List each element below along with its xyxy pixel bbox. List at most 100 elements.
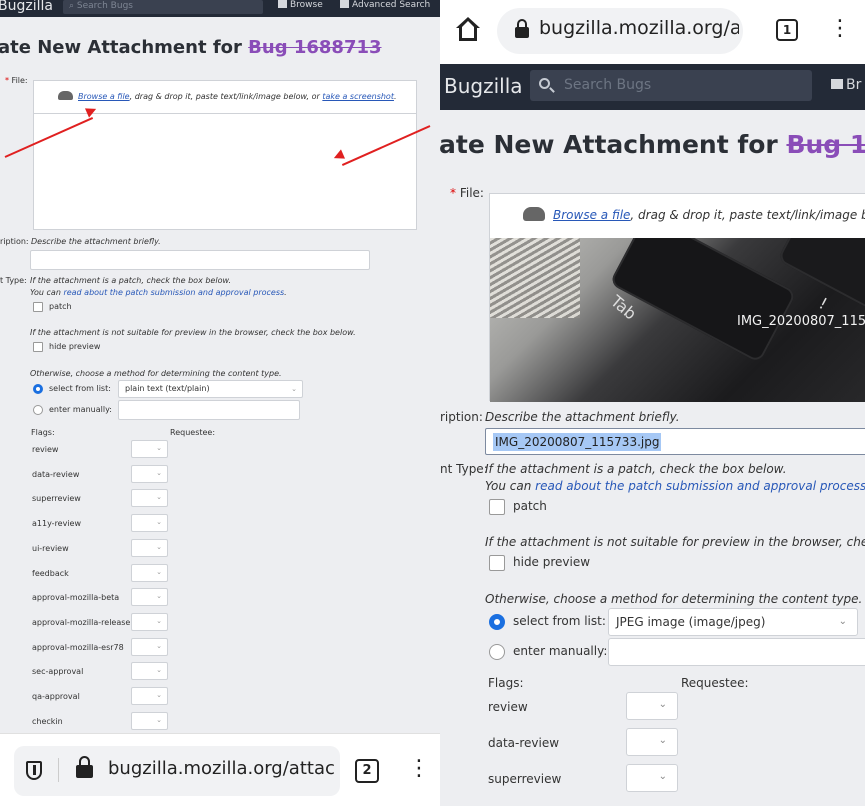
- flag-label: review: [32, 445, 59, 454]
- content-type-label: t Type:: [0, 276, 27, 285]
- browse-link[interactable]: Br: [831, 77, 861, 93]
- bugzilla-logo[interactable]: Bugzilla: [0, 0, 53, 14]
- method-hint: Otherwise, choose a method for determini…: [485, 592, 863, 606]
- key-glyph: !: [815, 293, 831, 314]
- chevron-down-icon: ⌄: [838, 616, 847, 627]
- hide-preview-label: hide preview: [513, 555, 591, 569]
- enter-manually-label: enter manually:: [513, 644, 608, 658]
- more-menu-icon[interactable]: ⋮: [829, 14, 851, 44]
- page-title: ate New Attachment for Bug 1688713: [0, 37, 382, 58]
- chevron-down-icon: ⌄: [291, 385, 297, 393]
- chevron-down-icon: ⌄: [156, 592, 162, 601]
- flag-select[interactable]: ⌄: [131, 612, 168, 631]
- flag-label: data-review: [32, 469, 80, 479]
- browse-link[interactable]: Browse: [278, 0, 323, 11]
- description-input[interactable]: IMG_20200807_115733.jpg: [485, 428, 865, 455]
- flag-label: approval-mozilla-release: [32, 617, 131, 627]
- flag-select[interactable]: ⌄: [131, 538, 168, 557]
- flag-label: sec-approval: [32, 667, 84, 677]
- page-title: ate New Attachment for Bug 1688713: [440, 130, 865, 159]
- search-input[interactable]: Search Bugs: [530, 70, 812, 101]
- requestee-header: Requestee:: [170, 428, 216, 437]
- select-from-list-radio[interactable]: [489, 614, 505, 630]
- flag-select[interactable]: ⌄: [131, 440, 168, 458]
- hide-preview-checkbox[interactable]: [489, 555, 505, 571]
- enter-manually-radio[interactable]: [489, 644, 505, 660]
- hide-preview-checkbox[interactable]: [33, 342, 43, 352]
- flag-select[interactable]: ⌄: [131, 662, 168, 681]
- bug-link[interactable]: Bug 1688713: [786, 130, 865, 159]
- patch-checkbox[interactable]: [489, 499, 505, 515]
- flag-select[interactable]: ⌄: [131, 711, 168, 730]
- more-menu-icon[interactable]: ⋮: [408, 754, 430, 784]
- file-label: * File:: [5, 76, 28, 85]
- flag-select[interactable]: ⌄: [131, 489, 168, 508]
- chevron-down-icon: ⌄: [156, 641, 162, 650]
- flag-select[interactable]: ⌄: [626, 728, 678, 756]
- flag-label: feedback: [32, 568, 69, 578]
- method-hint: Otherwise, choose a method for determini…: [30, 369, 282, 378]
- flag-select[interactable]: ⌄: [131, 687, 168, 705]
- select-from-list-radio[interactable]: [33, 384, 43, 394]
- tab-count-button[interactable]: 1: [776, 19, 798, 41]
- flag-select[interactable]: ⌄: [131, 514, 168, 533]
- chevron-down-icon: ⌄: [658, 771, 667, 782]
- chevron-down-icon: ⌄: [156, 666, 162, 675]
- file-dropzone[interactable]: Browse a file, drag & drop it, paste tex…: [489, 193, 865, 402]
- dropzone-instructions: , drag & drop it, paste text/link/image …: [630, 208, 865, 222]
- flag-label: qa-approval: [32, 692, 80, 701]
- home-icon[interactable]: [455, 17, 481, 43]
- content-type-label: nt Type:: [440, 462, 488, 476]
- content-type-select[interactable]: plain text (text/plain) ⌄: [118, 380, 303, 398]
- flags-header: Flags:: [31, 428, 55, 437]
- browse-file-link[interactable]: Browse a file: [553, 208, 630, 222]
- flag-select[interactable]: ⌄: [131, 464, 168, 483]
- flag-label: checkin: [32, 716, 63, 726]
- enter-manually-radio[interactable]: [33, 405, 43, 415]
- patch-hint-2: You can read about the patch submission …: [485, 479, 865, 493]
- patch-process-link[interactable]: read about the patch submission and appr…: [63, 288, 284, 297]
- requestee-header: Requestee:: [681, 676, 749, 690]
- description-input[interactable]: [30, 250, 370, 270]
- search-icon: [539, 78, 550, 89]
- content-type-manual-input[interactable]: [608, 638, 865, 666]
- description-selected-text: IMG_20200807_115733.jpg: [493, 433, 662, 451]
- advanced-search-label: Advanced Search: [352, 0, 431, 10]
- right-panel: bugzilla.mozilla.org/atta 1 ⋮ Bugzilla S…: [440, 0, 865, 806]
- browse-file-link[interactable]: Browse a file: [78, 92, 130, 101]
- take-screenshot-link[interactable]: take a screenshot: [322, 92, 394, 101]
- patch-hint: If the attachment is a patch, check the …: [485, 462, 787, 476]
- bug-link[interactable]: Bug 1688713: [248, 37, 381, 58]
- search-input[interactable]: ⌕ Search Bugs: [63, 0, 263, 14]
- lock-icon[interactable]: [76, 756, 93, 778]
- advanced-search-link[interactable]: Advanced Search: [340, 0, 430, 11]
- flag-select[interactable]: ⌄: [131, 588, 168, 607]
- preview-filename: IMG_20200807_115733.jpg: [737, 314, 865, 329]
- flag-select[interactable]: ⌄: [131, 563, 168, 582]
- preview-hint: If the attachment is not suitable for pr…: [485, 535, 865, 549]
- cloud-upload-icon: [58, 91, 73, 100]
- url-text[interactable]: bugzilla.mozilla.org/attachm: [108, 758, 336, 779]
- divider: [58, 758, 59, 782]
- patch-label: patch: [49, 302, 72, 311]
- description-hint: Describe the attachment briefly.: [485, 410, 680, 424]
- flag-select[interactable]: ⌄: [131, 637, 168, 656]
- lock-icon[interactable]: [515, 19, 529, 38]
- flag-select[interactable]: ⌄: [626, 764, 678, 792]
- url-text[interactable]: bugzilla.mozilla.org/atta: [539, 17, 739, 39]
- flags-header: Flags:: [488, 676, 524, 690]
- tab-count-button[interactable]: 2: [355, 759, 379, 783]
- description-label: ription:: [440, 410, 483, 424]
- bugzilla-logo[interactable]: Bugzilla: [444, 74, 523, 98]
- flag-label: ui-review: [32, 543, 69, 553]
- content-type-select[interactable]: JPEG image (image/jpeg) ⌄: [608, 608, 858, 636]
- dropzone-header: Browse a file, drag & drop it, paste tex…: [490, 194, 865, 238]
- flag-label: superreview: [32, 494, 81, 504]
- patch-checkbox[interactable]: [33, 302, 43, 312]
- flag-label: superreview: [488, 772, 562, 786]
- patch-process-link[interactable]: read about the patch submission and appr…: [535, 479, 865, 493]
- flag-select[interactable]: ⌄: [626, 692, 678, 720]
- patch-hint: If the attachment is a patch, check the …: [30, 276, 232, 285]
- shield-icon[interactable]: [26, 761, 42, 780]
- content-type-manual-input[interactable]: [118, 400, 300, 420]
